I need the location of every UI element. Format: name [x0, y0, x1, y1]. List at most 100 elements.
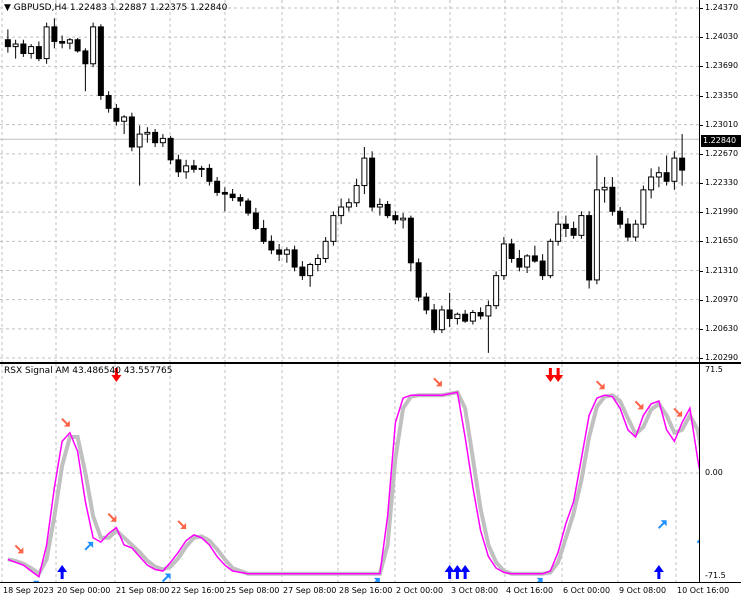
- title-arrow-icon: ▼: [4, 3, 11, 13]
- bear-candle: [75, 40, 80, 51]
- bull-candle: [649, 177, 654, 190]
- chart-title-label: ▼ GBPUSD,H4 1.22483 1.22887 1.22375 1.22…: [4, 3, 227, 13]
- bear-candle: [261, 228, 266, 241]
- up-arrow-shape: [57, 565, 67, 579]
- bear-candle: [114, 108, 119, 121]
- small-down-arrow: [635, 401, 643, 409]
- time-tick-label: 4 Oct 16:00: [506, 586, 553, 595]
- bear-candle: [478, 313, 483, 316]
- bear-candle: [416, 263, 421, 297]
- bull-candle: [401, 218, 406, 220]
- price-tick: [700, 96, 703, 97]
- bear-candle: [300, 267, 305, 276]
- bear-candle: [463, 314, 468, 321]
- price-tick: [700, 8, 703, 9]
- time-tick-label: 28 Sep 16:00: [339, 586, 392, 595]
- bear-candle: [517, 258, 522, 267]
- price-tick-label: 1.23350: [705, 91, 738, 100]
- price-tick-label: 1.22670: [705, 149, 738, 158]
- bear-candle: [230, 194, 235, 197]
- bear-candle: [532, 256, 537, 261]
- bear-candle: [52, 27, 57, 42]
- time-tick-label: 21 Sep 08:00: [116, 586, 169, 595]
- indicator-tick-label: 0.00: [705, 468, 723, 477]
- price-tick-label: 1.23010: [705, 120, 738, 129]
- bear-candle: [207, 168, 212, 181]
- bull-candle: [439, 310, 444, 330]
- bull-candle: [501, 244, 506, 276]
- bull-candle: [470, 313, 475, 322]
- bear-candle: [246, 201, 251, 213]
- indicator-tick-label: 71.5: [705, 365, 723, 374]
- bull-candle: [184, 166, 189, 172]
- bear-candle: [21, 44, 26, 53]
- time-axis[interactable]: 18 Sep 202320 Sep 00:0021 Sep 08:0022 Se…: [0, 582, 741, 601]
- bear-candle: [269, 241, 274, 250]
- small-down-arrow: [62, 419, 70, 427]
- bear-candle: [60, 41, 65, 43]
- bull-candle: [579, 216, 584, 236]
- price-tick-label: 1.22330: [705, 178, 738, 187]
- bear-candle: [432, 310, 437, 330]
- price-axis[interactable]: 1.24370 1.24030 1.23690 1.23350 1.23010 1.226…: [701, 0, 741, 362]
- price-tick: [700, 212, 703, 213]
- price-tick-label: 1.21650: [705, 236, 738, 245]
- bull-candle: [494, 276, 499, 306]
- bull-candle: [67, 40, 72, 43]
- price-tick: [700, 37, 703, 38]
- bear-candle: [563, 224, 568, 228]
- time-tick-label: 25 Sep 08:00: [226, 586, 279, 595]
- bull-candle: [308, 264, 313, 275]
- bull-candle: [13, 44, 18, 47]
- bull-candle: [377, 204, 382, 207]
- bear-candle: [253, 213, 258, 228]
- small-down-arrow: [178, 521, 186, 529]
- bear-candle: [168, 138, 173, 159]
- bear-candle: [98, 27, 103, 96]
- price-tick: [700, 66, 703, 67]
- bull-candle: [160, 138, 165, 142]
- indicator-svg: [0, 364, 700, 582]
- price-chart-svg: [0, 0, 700, 362]
- price-tick-label: 1.20970: [705, 295, 738, 304]
- bear-candle: [587, 216, 592, 280]
- price-tick: [700, 329, 703, 330]
- bull-candle: [354, 186, 359, 203]
- current-price-tag: 1.22840: [701, 135, 741, 147]
- bear-candle: [509, 244, 514, 259]
- price-chart-pane[interactable]: ▼ GBPUSD,H4 1.22483 1.22887 1.22375 1.22…: [0, 0, 700, 362]
- bull-candle: [44, 27, 49, 59]
- bull-candle: [323, 241, 328, 258]
- ohlc-label: 1.22483 1.22887 1.22375 1.22840: [70, 3, 227, 13]
- symbol-label: GBPUSD,H4: [14, 3, 67, 13]
- price-tick-label: 1.24030: [705, 32, 738, 41]
- bull-candle: [137, 134, 142, 147]
- price-tick-label: 1.24370: [705, 3, 738, 12]
- bear-candle: [191, 166, 196, 169]
- indicator-axis[interactable]: 71.5 0.00 -71.5: [701, 364, 741, 582]
- small-up-arrow: [659, 520, 667, 528]
- bull-candle: [346, 203, 351, 207]
- bear-candle: [292, 250, 297, 267]
- big-up-arrow: [57, 565, 67, 579]
- price-tick: [700, 154, 703, 155]
- indicator-tick-label: -71.5: [705, 571, 726, 580]
- bear-candle: [393, 216, 398, 220]
- bear-candle: [424, 297, 429, 310]
- price-tick-label: 1.23690: [705, 61, 738, 70]
- bull-candle: [455, 314, 460, 318]
- indicator-pane[interactable]: RSX Signal AM 43.486540 43.557765: [0, 364, 700, 582]
- price-tick-label: 1.20630: [705, 324, 738, 333]
- bear-candle: [385, 204, 390, 215]
- price-tick-label: 1.20290: [705, 353, 738, 362]
- price-tick-label: 1.21310: [705, 266, 738, 275]
- time-tick-label: 10 Oct 16:00: [677, 586, 729, 595]
- bear-candle: [618, 211, 623, 224]
- bull-candle: [122, 117, 127, 121]
- price-tick: [700, 300, 703, 301]
- bear-candle: [625, 224, 630, 237]
- small-down-arrow: [434, 378, 442, 386]
- bull-candle: [641, 190, 646, 224]
- bull-candle: [29, 47, 34, 54]
- bear-candle: [106, 96, 111, 109]
